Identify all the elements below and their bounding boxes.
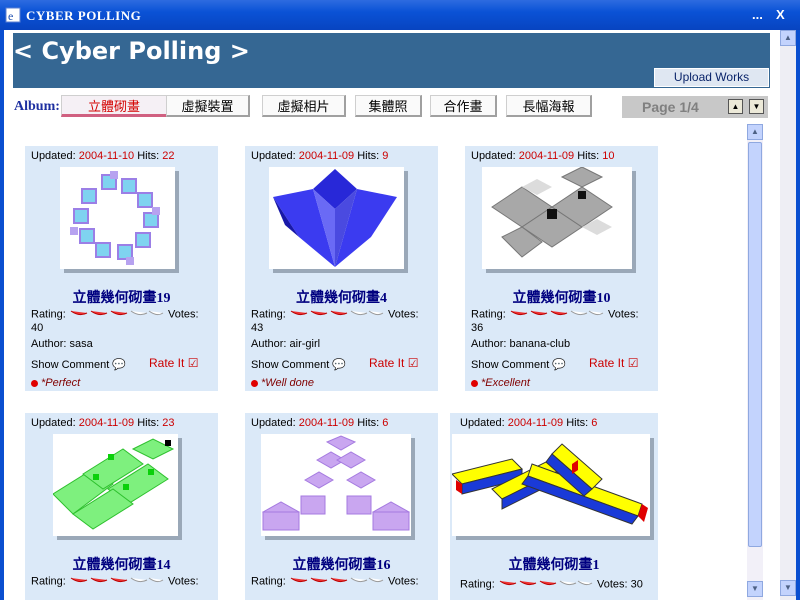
tab-album-1[interactable]: 立體砌畫 bbox=[61, 95, 168, 117]
chili-pepper-icon[interactable] bbox=[498, 577, 594, 592]
upload-works-button[interactable]: Upload Works bbox=[654, 68, 769, 87]
work-card: Updated: 2004-11-09 Hits: 6 立體幾何砌畫1 Rati… bbox=[450, 413, 658, 600]
bullet-icon bbox=[31, 379, 38, 387]
rating-row: Rating: Votes: 30 bbox=[460, 577, 643, 592]
work-title[interactable]: 立體幾何砌畫16 bbox=[245, 554, 438, 574]
work-card: Updated: 2004-11-09 Hits: 23 立體幾何砌畫14 Ra… bbox=[25, 413, 218, 600]
work-title[interactable]: 立體幾何砌畫1 bbox=[450, 554, 658, 574]
album-label: Album: bbox=[14, 99, 60, 114]
work-card: Updated: 2004-11-09 Hits: 6 立體幾何砌畫16 Rat… bbox=[245, 413, 438, 600]
author-line: Author: banana-club bbox=[471, 338, 571, 350]
rating-row: Rating: Votes: bbox=[251, 574, 419, 589]
window-scroll-down[interactable]: ▼ bbox=[780, 580, 796, 596]
checkbox-check-icon: ☑ bbox=[627, 356, 639, 370]
work-card: Updated: 2004-11-10 Hits: 22 立體幾何砌畫19 Ra… bbox=[25, 146, 218, 391]
latest-comment: *Perfect bbox=[31, 377, 80, 389]
work-card: Updated: 2004-11-09 Hits: 10 立體幾何砌畫10 Ra… bbox=[465, 146, 658, 391]
rating-row: Rating: Votes: bbox=[251, 307, 419, 322]
rate-it-button[interactable]: Rate It ☑ bbox=[369, 356, 418, 370]
chili-pepper-icon[interactable] bbox=[289, 307, 385, 322]
window-border-left bbox=[0, 30, 4, 600]
header-banner: < Cyber Polling > Upload Works bbox=[13, 33, 770, 88]
rating-row: Rating: Votes: bbox=[31, 574, 199, 589]
work-thumbnail[interactable] bbox=[261, 434, 411, 536]
work-title[interactable]: 立體幾何砌畫14 bbox=[25, 554, 218, 574]
work-title[interactable]: 立體幾何砌畫10 bbox=[465, 287, 658, 307]
work-thumbnail[interactable] bbox=[452, 434, 650, 536]
tab-album-3[interactable]: 虛擬相片 bbox=[262, 95, 346, 117]
rating-row: Rating: Votes: bbox=[31, 307, 199, 322]
work-title[interactable]: 立體幾何砌畫19 bbox=[25, 287, 218, 307]
work-thumbnail[interactable] bbox=[482, 167, 632, 269]
chili-pepper-icon[interactable] bbox=[69, 307, 165, 322]
svg-text:e: e bbox=[8, 9, 13, 23]
work-title[interactable]: 立體幾何砌畫4 bbox=[245, 287, 438, 307]
scroll-up-arrow[interactable]: ▲ bbox=[747, 124, 763, 140]
bullet-icon bbox=[251, 379, 258, 387]
chili-pepper-icon[interactable] bbox=[289, 574, 385, 589]
gallery: Updated: 2004-11-10 Hits: 22 立體幾何砌畫19 Ra… bbox=[14, 124, 744, 600]
scroll-thumb[interactable] bbox=[748, 142, 762, 547]
window-titlebar: e CYBER POLLING ... X bbox=[0, 0, 800, 30]
tab-album-5[interactable]: 合作畫 bbox=[430, 95, 497, 117]
chili-pepper-icon[interactable] bbox=[509, 307, 605, 322]
card-updated: Updated: 2004-11-09 Hits: 9 bbox=[251, 150, 389, 162]
checkbox-check-icon: ☑ bbox=[187, 356, 199, 370]
page-indicator: Page 1/4 bbox=[642, 99, 699, 115]
latest-comment: *Well done bbox=[251, 377, 314, 389]
card-updated: Updated: 2004-11-09 Hits: 6 bbox=[251, 417, 389, 429]
card-updated: Updated: 2004-11-09 Hits: 6 bbox=[460, 417, 598, 429]
author-line: Author: air-girl bbox=[251, 338, 321, 350]
card-updated: Updated: 2004-11-09 Hits: 23 bbox=[31, 417, 175, 429]
scroll-down-arrow[interactable]: ▼ bbox=[747, 581, 763, 597]
tab-album-2[interactable]: 虛擬裝置 bbox=[166, 95, 250, 117]
window-title: CYBER POLLING bbox=[26, 8, 142, 23]
page-down-button[interactable]: ▼ bbox=[749, 99, 764, 114]
window-scroll-up[interactable]: ▲ bbox=[780, 30, 796, 46]
checkbox-check-icon: ☑ bbox=[407, 356, 419, 370]
bullet-icon bbox=[471, 379, 478, 387]
show-comment-link[interactable]: Show Comment 💬 bbox=[251, 358, 346, 371]
speech-bubble-icon: 💬 bbox=[112, 359, 127, 371]
work-card: Updated: 2004-11-09 Hits: 9 立體幾何砌畫4 Rati… bbox=[245, 146, 438, 391]
window-border-right bbox=[796, 30, 800, 600]
speech-bubble-icon: 💬 bbox=[552, 359, 567, 371]
window-scrollbar[interactable]: ▲ ▼ bbox=[780, 30, 796, 600]
pager: Page 1/4 ▲ ▼ bbox=[622, 96, 768, 118]
card-updated: Updated: 2004-11-10 Hits: 22 bbox=[31, 150, 175, 162]
speech-bubble-icon: 💬 bbox=[332, 359, 347, 371]
rate-it-button[interactable]: Rate It ☑ bbox=[149, 356, 198, 370]
work-thumbnail[interactable] bbox=[269, 167, 404, 269]
tab-album-6[interactable]: 長幅海報 bbox=[506, 95, 592, 117]
author-line: Author: sasa bbox=[31, 338, 93, 350]
help-button[interactable]: ... bbox=[752, 7, 763, 22]
gallery-scrollbar[interactable]: ▲ ▼ bbox=[747, 124, 763, 600]
votes-count: 40 bbox=[31, 322, 44, 334]
latest-comment: *Excellent bbox=[471, 377, 530, 389]
rating-row: Rating: Votes: bbox=[471, 307, 639, 322]
votes-count: 36 bbox=[471, 322, 484, 334]
page-title: < Cyber Polling > bbox=[13, 37, 250, 65]
chili-pepper-icon[interactable] bbox=[69, 574, 165, 589]
card-updated: Updated: 2004-11-09 Hits: 10 bbox=[471, 150, 615, 162]
show-comment-link[interactable]: Show Comment 💬 bbox=[31, 358, 126, 371]
rate-it-button[interactable]: Rate It ☑ bbox=[589, 356, 638, 370]
close-button[interactable]: X bbox=[776, 7, 785, 22]
page-up-button[interactable]: ▲ bbox=[728, 99, 743, 114]
show-comment-link[interactable]: Show Comment 💬 bbox=[471, 358, 566, 371]
work-thumbnail[interactable] bbox=[60, 167, 175, 269]
work-thumbnail[interactable] bbox=[53, 434, 178, 536]
app-icon: e bbox=[5, 7, 21, 23]
tab-album-4[interactable]: 集體照 bbox=[355, 95, 422, 117]
votes-count: 43 bbox=[251, 322, 264, 334]
